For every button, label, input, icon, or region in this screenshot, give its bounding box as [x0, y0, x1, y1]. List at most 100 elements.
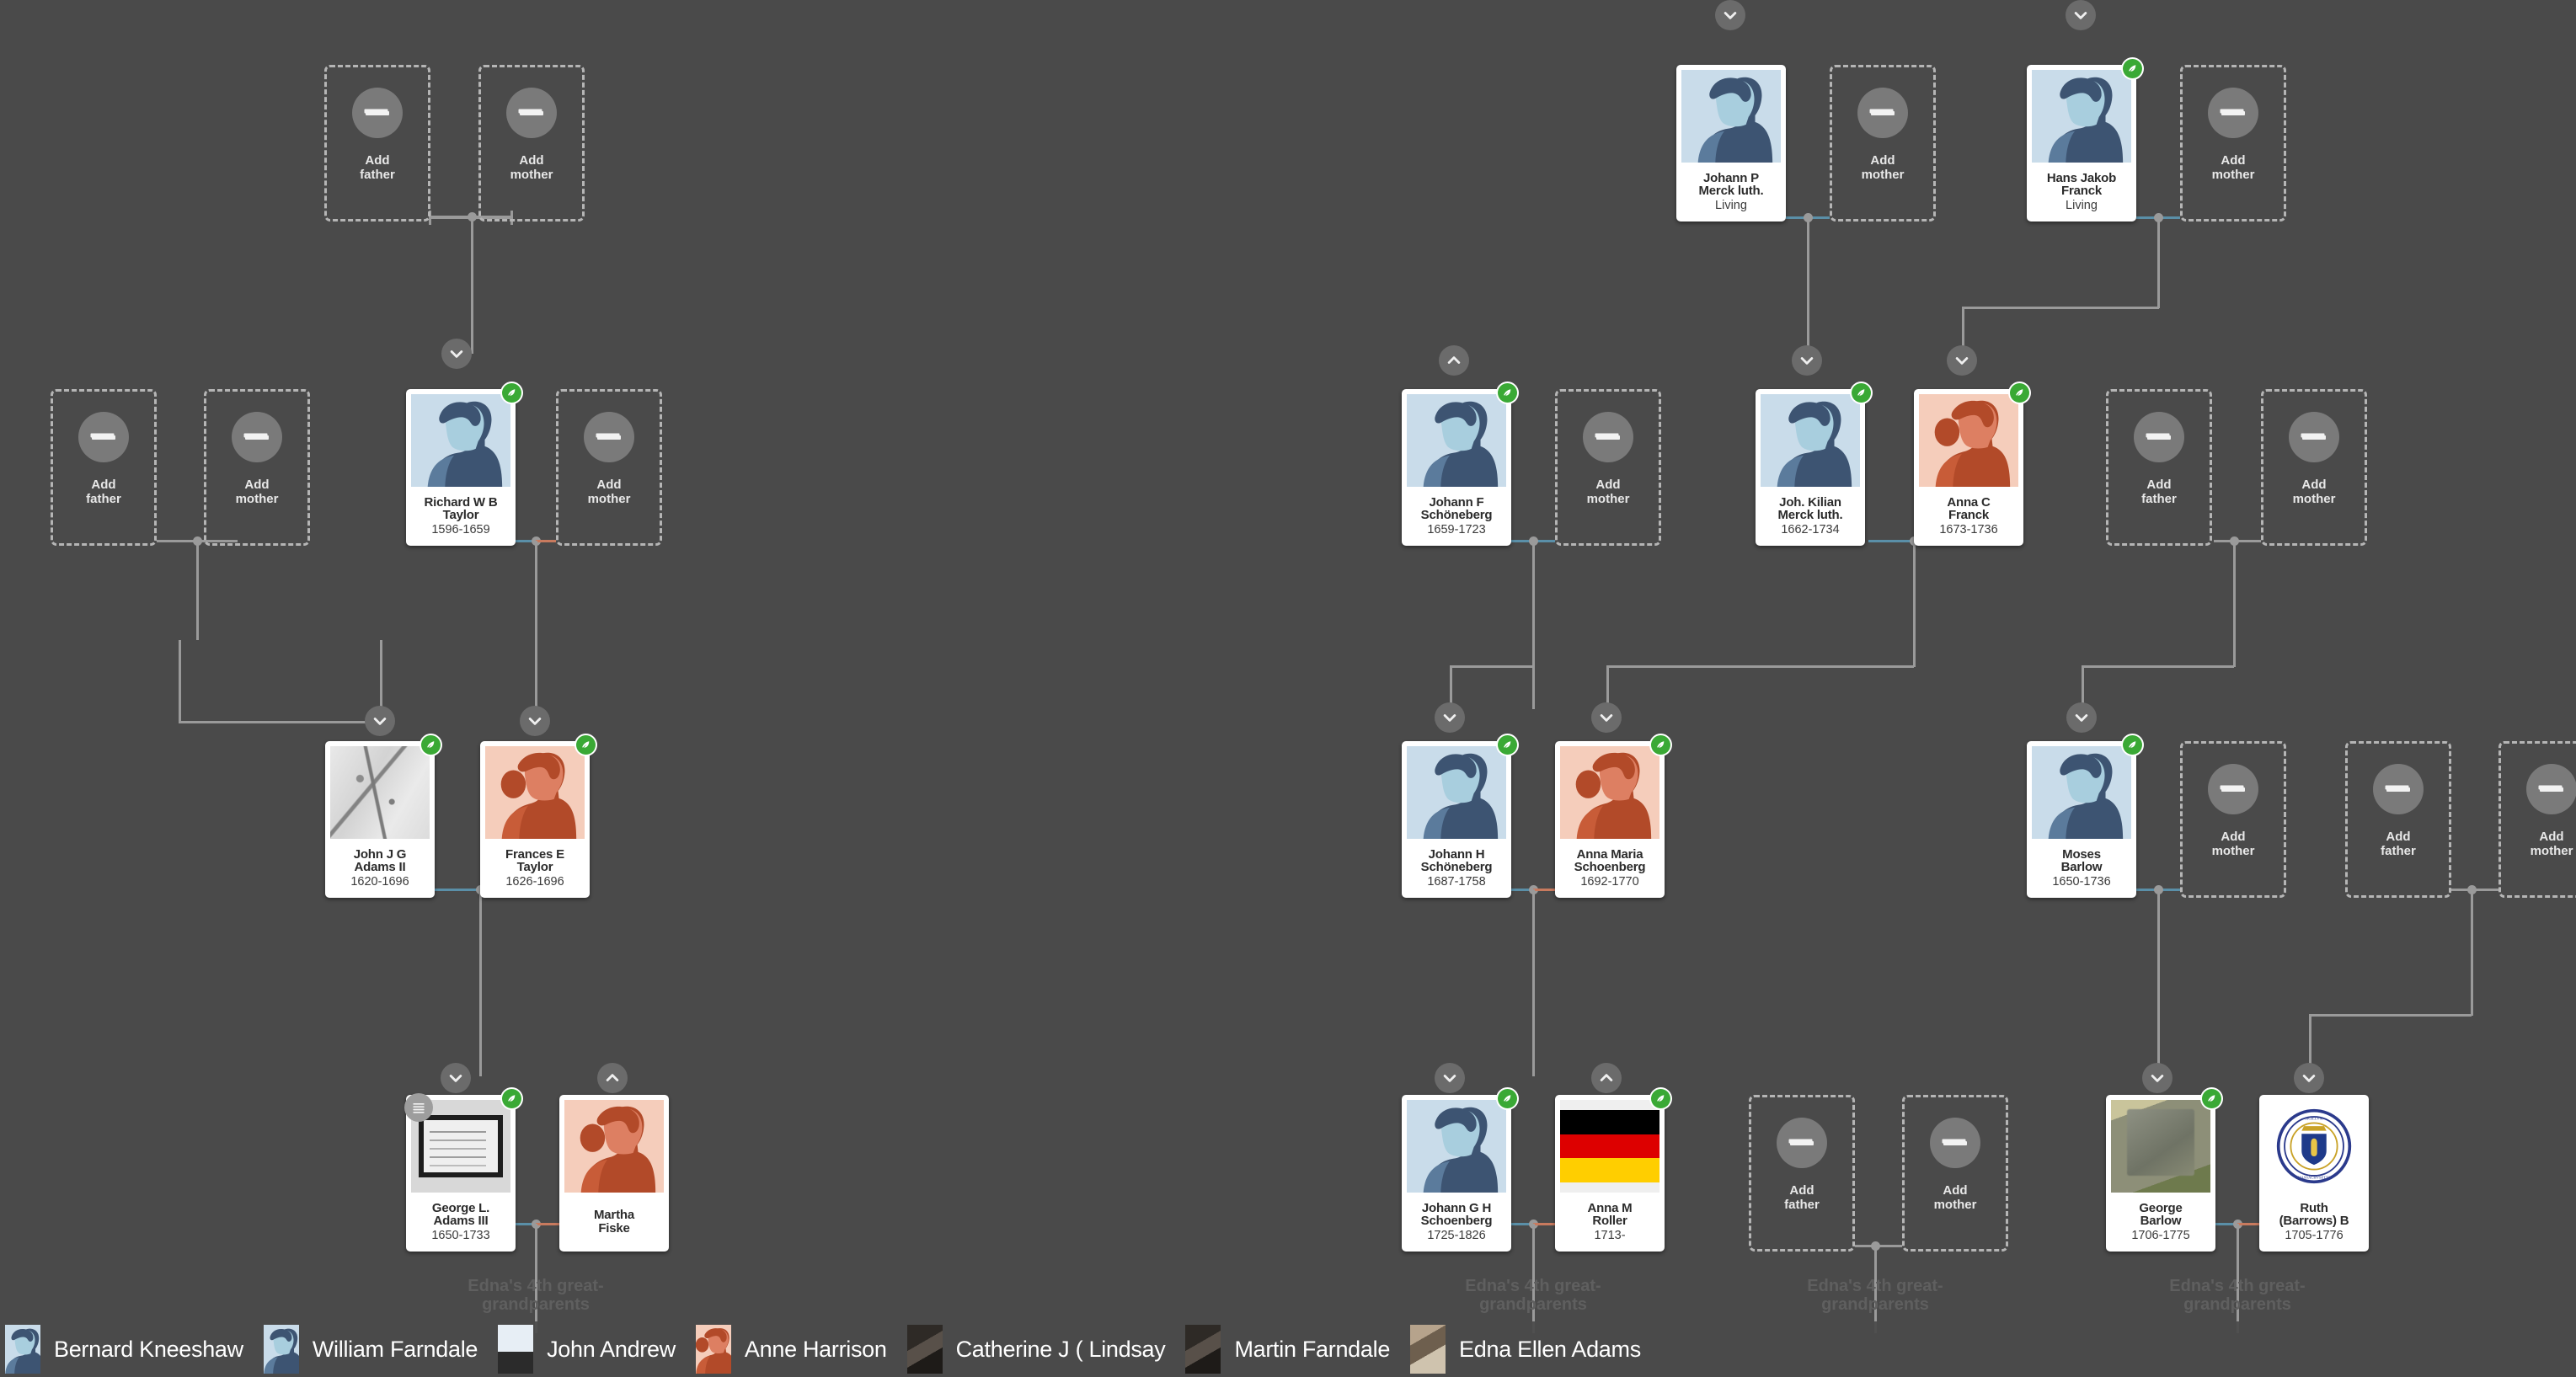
people-bar-item-6[interactable]: Edna Ellen Adams: [1410, 1325, 1659, 1374]
person-card-anna-maria-schoenberg[interactable]: Anna Maria Schoenberg 1692-1770: [1555, 734, 1672, 898]
add-mother-label: Add mother: [588, 478, 631, 506]
person-card-johann-p-merck-luth[interactable]: Johann P Merck luth. Living: [1676, 65, 1786, 221]
chevron-down-icon[interactable]: [1435, 1063, 1465, 1093]
add-mother-placeholder[interactable]: Add mother: [1830, 65, 1936, 221]
leaf-hint-icon[interactable]: [500, 1087, 523, 1110]
chevron-down-icon[interactable]: [1715, 0, 1745, 30]
plus-icon: [2208, 764, 2258, 814]
people-bar[interactable]: Bernard Kneeshaw William Farndale John And…: [0, 1321, 2576, 1377]
person-name-line1: Joh. Kilian: [1779, 494, 1841, 510]
person-lifespan: 1692-1770: [1580, 874, 1639, 889]
chevron-down-icon[interactable]: [1947, 345, 1977, 376]
chevron-down-icon[interactable]: [441, 339, 472, 369]
person-card-george-barlow[interactable]: George Barlow 1706-1775: [2106, 1087, 2223, 1252]
add-father-placeholder[interactable]: Add father: [324, 65, 430, 221]
person-card-joh-kilian-merck-luth[interactable]: Joh. Kilian Merck luth. 1662-1734: [1756, 382, 1873, 546]
person-card-frances-e-taylor[interactable]: Frances E Taylor 1626-1696: [480, 734, 597, 898]
people-bar-item-4[interactable]: Catherine J ( Lindsay: [906, 1325, 1184, 1374]
chevron-down-icon[interactable]: [1792, 345, 1822, 376]
chevron-down-icon[interactable]: [365, 706, 395, 736]
leaf-hint-icon[interactable]: [2121, 57, 2144, 80]
people-bar-item-5[interactable]: Martin Farndale: [1185, 1325, 1408, 1374]
person-lifespan: 1687-1758: [1427, 874, 1486, 889]
people-bar-name: Edna Ellen Adams: [1459, 1336, 1641, 1362]
leaf-hint-icon[interactable]: [2121, 734, 2144, 756]
chevron-down-icon[interactable]: [441, 1063, 471, 1093]
leaf-hint-icon[interactable]: [1496, 382, 1519, 404]
add-father-placeholder[interactable]: Add father: [1749, 1095, 1855, 1252]
leaf-hint-icon[interactable]: [420, 734, 442, 756]
add-label-line1: Add: [519, 152, 544, 168]
leaf-hint-icon[interactable]: [2200, 1087, 2223, 1110]
leaf-hint-icon[interactable]: [575, 734, 597, 756]
people-bar-item-1[interactable]: William Farndale: [263, 1325, 496, 1374]
add-mother-placeholder[interactable]: Add mother: [1902, 1095, 2008, 1252]
person-card-martha-fiske[interactable]: Martha Fiske: [559, 1095, 669, 1252]
people-bar-item-2[interactable]: John Andrew: [498, 1325, 694, 1374]
person-lifespan: 1713-: [1594, 1228, 1626, 1242]
person-name-line2: Barlow: [2060, 860, 2103, 875]
person-card-johann-h-schoneberg[interactable]: Johann H Schöneberg 1687-1758: [1402, 734, 1519, 898]
add-label-line1: Add: [2386, 829, 2411, 844]
add-mother-placeholder[interactable]: Add mother: [2261, 389, 2367, 546]
person-card-richard-w-b-taylor[interactable]: Richard W B Taylor 1596-1659: [406, 382, 523, 546]
connector-line: [1532, 889, 1535, 1076]
add-mother-placeholder[interactable]: Add mother: [204, 389, 310, 546]
person-name-line1: Johann H: [1428, 846, 1485, 862]
connector-line: [1807, 217, 1809, 360]
family-tree-canvas[interactable]: Add father Add mother Add father Add mother Rich…: [0, 0, 2576, 1377]
record-stack-icon[interactable]: [404, 1093, 433, 1122]
add-mother-placeholder[interactable]: Add mother: [2499, 741, 2576, 898]
person-name-line2: Franck: [2061, 184, 2102, 199]
person-photo: [485, 746, 585, 839]
add-father-placeholder[interactable]: Add father: [51, 389, 157, 546]
person-card-johann-g-h-schoenberg[interactable]: Johann G H Schoenberg 1725-1826: [1402, 1087, 1519, 1252]
leaf-hint-icon[interactable]: [1850, 382, 1873, 404]
leaf-hint-icon[interactable]: [500, 382, 523, 404]
leaf-hint-icon[interactable]: [2008, 382, 2031, 404]
people-bar-item-3[interactable]: Anne Harrison: [695, 1325, 906, 1374]
people-bar-thumbnail: [906, 1325, 943, 1374]
person-card-anna-m-roller[interactable]: Anna M Roller 1713-: [1555, 1087, 1672, 1252]
chevron-down-icon[interactable]: [520, 706, 550, 736]
add-mother-placeholder[interactable]: Add mother: [2180, 65, 2286, 221]
leaf-hint-icon[interactable]: [1649, 1087, 1672, 1110]
chevron-down-icon[interactable]: [2066, 0, 2096, 30]
person-name-line1: Richard W B: [424, 494, 498, 510]
person-name-line1: George: [2139, 1200, 2183, 1215]
person-card-text: Joh. Kilian Merck luth. 1662-1734: [1757, 487, 1863, 546]
person-card-text: George L. Adams III 1650-1733: [408, 1193, 514, 1252]
person-card-text: Martha Fiske: [561, 1193, 667, 1252]
leaf-hint-icon[interactable]: [1496, 1087, 1519, 1110]
chevron-up-icon[interactable]: [597, 1063, 628, 1093]
person-card-anna-c-franck[interactable]: Anna C Franck 1673-1736: [1914, 382, 2031, 546]
person-card-moses-barlow[interactable]: Moses Barlow 1650-1736: [2027, 734, 2144, 898]
people-bar-name: Bernard Kneeshaw: [54, 1336, 243, 1362]
person-card-text: Frances E Taylor 1626-1696: [482, 839, 588, 898]
leaf-hint-icon[interactable]: [1496, 734, 1519, 756]
chevron-down-icon[interactable]: [2066, 702, 2097, 733]
chevron-down-icon[interactable]: [2142, 1063, 2172, 1093]
leaf-hint-icon[interactable]: [1649, 734, 1672, 756]
add-father-placeholder[interactable]: Add father: [2345, 741, 2451, 898]
person-card-ruth-barrows-b[interactable]: SIGILLVM MASSACHVSETTS Ruth (Barrows) B 1705…: [2259, 1095, 2369, 1252]
add-mother-placeholder[interactable]: Add mother: [1555, 389, 1661, 546]
chevron-down-icon[interactable]: [1435, 702, 1465, 733]
person-name-line1: Moses: [2062, 846, 2101, 862]
add-mother-placeholder[interactable]: Add mother: [2180, 741, 2286, 898]
chevron-up-icon[interactable]: [1439, 345, 1469, 376]
person-photo: [411, 394, 510, 487]
chevron-down-icon[interactable]: [2294, 1063, 2324, 1093]
add-mother-placeholder[interactable]: Add mother: [556, 389, 662, 546]
add-father-placeholder[interactable]: Add father: [2106, 389, 2212, 546]
chevron-down-icon[interactable]: [1591, 702, 1622, 733]
people-bar-item-0[interactable]: Bernard Kneeshaw: [5, 1325, 262, 1374]
person-card-johann-f-schoneberg[interactable]: Johann F Schöneberg 1659-1723: [1402, 382, 1519, 546]
plus-icon: [1857, 88, 1908, 138]
chevron-up-icon[interactable]: [1591, 1063, 1622, 1093]
add-label-line1: Add: [1870, 152, 1895, 168]
person-card-hans-jakob-franck[interactable]: Hans Jakob Franck Living: [2027, 57, 2144, 221]
add-mother-placeholder[interactable]: Add mother: [478, 65, 585, 221]
person-card-george-l-adams-iii[interactable]: George L. Adams III 1650-1733: [404, 1087, 523, 1252]
person-card-john-j-g-adams-ii[interactable]: John J G Adams II 1620-1696: [325, 734, 442, 898]
